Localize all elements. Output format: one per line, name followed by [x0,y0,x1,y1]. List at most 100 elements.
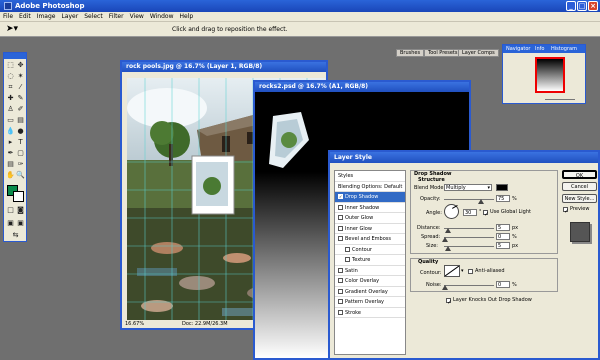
knockout-checkbox[interactable]: ✓ [446,298,452,306]
style-checkbox[interactable] [338,225,343,231]
standard-mode-icon[interactable]: □ [6,206,15,215]
pen-tool-icon[interactable]: ✒ [6,149,15,158]
history-brush-icon[interactable]: ✐ [16,105,25,114]
notes-tool-icon[interactable]: ▤ [6,160,15,169]
shape-tool-icon[interactable]: ▢ [16,149,25,158]
menu-help[interactable]: Help [180,13,194,20]
size-input[interactable]: 5 [496,242,510,249]
stamp-tool-icon[interactable]: ♙ [6,105,15,114]
screen-mode-icon[interactable]: ▣ [6,219,15,228]
style-item[interactable]: Styles [335,171,405,182]
tab-navigator[interactable]: Navigator [506,46,530,52]
style-item[interactable]: ✓ Drop Shadow [335,192,405,203]
navigator-zoom-slider[interactable] [545,99,575,100]
size-slider[interactable] [444,246,494,247]
global-light-checkbox[interactable]: ✓ [483,210,489,218]
style-item[interactable]: Color Overlay [335,276,405,287]
navigator-preview[interactable] [535,57,565,93]
move-tool-icon[interactable]: ➤▾ [6,24,18,34]
style-checkbox[interactable] [338,288,343,294]
menu-view[interactable]: View [130,13,144,20]
maximize-button[interactable]: □ [577,1,587,11]
background-color-swatch[interactable] [13,191,24,202]
style-checkbox[interactable] [345,246,350,252]
cancel-button[interactable]: Cancel [562,182,597,191]
style-item[interactable]: Texture [335,255,405,266]
opacity-slider[interactable] [444,199,494,200]
preview-checkbox[interactable]: ✓ [563,207,569,215]
angle-dial[interactable] [444,204,459,219]
new-style-button[interactable]: New Style... [562,194,597,203]
move-tool-icon[interactable]: ✥ [16,61,25,70]
menu-window[interactable]: Window [150,13,174,20]
tab-histogram[interactable]: Histogram [551,46,577,52]
menu-file[interactable]: File [3,13,13,20]
tab-info[interactable]: Info [535,46,544,52]
contour-dropdown-icon[interactable]: ▾ [461,268,464,274]
style-item[interactable]: Contour [335,245,405,255]
minimize-button[interactable]: _ [566,1,576,11]
style-item[interactable]: Inner Shadow [335,203,405,213]
imageready-icon[interactable]: ⇆ [11,231,20,240]
doc1-zoom[interactable]: 16.67% [125,321,144,327]
blur-tool-icon[interactable]: 💧 [6,127,15,136]
style-item[interactable]: Outer Glow [335,213,405,224]
opacity-slider-knob[interactable] [478,199,484,204]
menu-edit[interactable]: Edit [19,13,31,20]
antialiased-checkbox[interactable] [468,269,473,274]
ok-button[interactable]: OK [562,170,597,179]
distance-input[interactable]: 5 [496,224,510,231]
close-button[interactable]: × [588,1,598,11]
shadow-color-swatch[interactable] [496,184,508,191]
quick-mask-icon[interactable]: ◙ [16,206,25,215]
size-slider-knob[interactable] [445,246,451,251]
menu-filter[interactable]: Filter [109,13,124,20]
style-checkbox[interactable] [338,299,343,304]
hand-tool-icon[interactable]: ✋ [6,171,15,180]
palette-tab-layer-comps[interactable]: Layer Comps [458,49,499,57]
spread-slider[interactable] [444,237,494,238]
style-checkbox[interactable] [338,204,343,210]
style-checkbox[interactable] [345,257,350,262]
style-item[interactable]: Gradient Overlay [335,287,405,297]
marquee-tool-icon[interactable]: ⬚ [6,61,15,70]
crop-tool-icon[interactable]: ⌗ [6,83,15,92]
dodge-tool-icon[interactable]: ● [16,127,25,136]
contour-picker[interactable] [444,265,460,277]
spread-slider-knob[interactable] [442,237,448,242]
palette-tab-brushes[interactable]: Brushes [396,49,425,57]
path-select-icon[interactable]: ▸ [6,138,15,147]
noise-slider[interactable] [444,285,494,286]
healing-brush-icon[interactable]: ✚ [6,94,15,103]
lasso-tool-icon[interactable]: ◌ [6,72,15,81]
style-item[interactable]: Pattern Overlay [335,297,405,308]
distance-slider[interactable] [444,228,494,229]
style-item[interactable]: Blending Options: Default [335,182,405,192]
style-checkbox[interactable] [338,267,343,273]
spread-input[interactable]: 0 [496,233,510,240]
style-item[interactable]: Bevel and Emboss [335,234,405,245]
noise-input[interactable]: 0 [496,281,510,288]
eraser-tool-icon[interactable]: ▭ [6,116,15,125]
type-tool-icon[interactable]: T [16,138,25,147]
eyedropper-icon[interactable]: ✑ [16,160,25,169]
blend-mode-select[interactable]: Multiply ▾ [444,184,492,191]
magic-wand-icon[interactable]: ✶ [16,72,25,81]
menu-select[interactable]: Select [84,13,103,20]
menu-layer[interactable]: Layer [61,13,78,20]
style-checkbox[interactable] [338,309,343,315]
style-checkbox[interactable]: ✓ [338,194,343,199]
style-item[interactable]: Stroke [335,308,405,318]
palette-tab-tool-presets[interactable]: Tool Presets [424,49,462,57]
noise-slider-knob[interactable] [442,285,448,290]
menu-image[interactable]: Image [37,13,56,20]
style-checkbox[interactable] [338,278,343,283]
angle-input[interactable]: 30 [463,209,477,216]
gradient-tool-icon[interactable]: ▤ [16,116,25,125]
opacity-input[interactable]: 75 [496,195,510,202]
distance-slider-knob[interactable] [445,228,451,233]
full-screen-icon[interactable]: ▣ [16,219,25,228]
brush-tool-icon[interactable]: ✎ [16,94,25,103]
style-checkbox[interactable] [338,215,343,220]
style-item[interactable]: Satin [335,266,405,276]
